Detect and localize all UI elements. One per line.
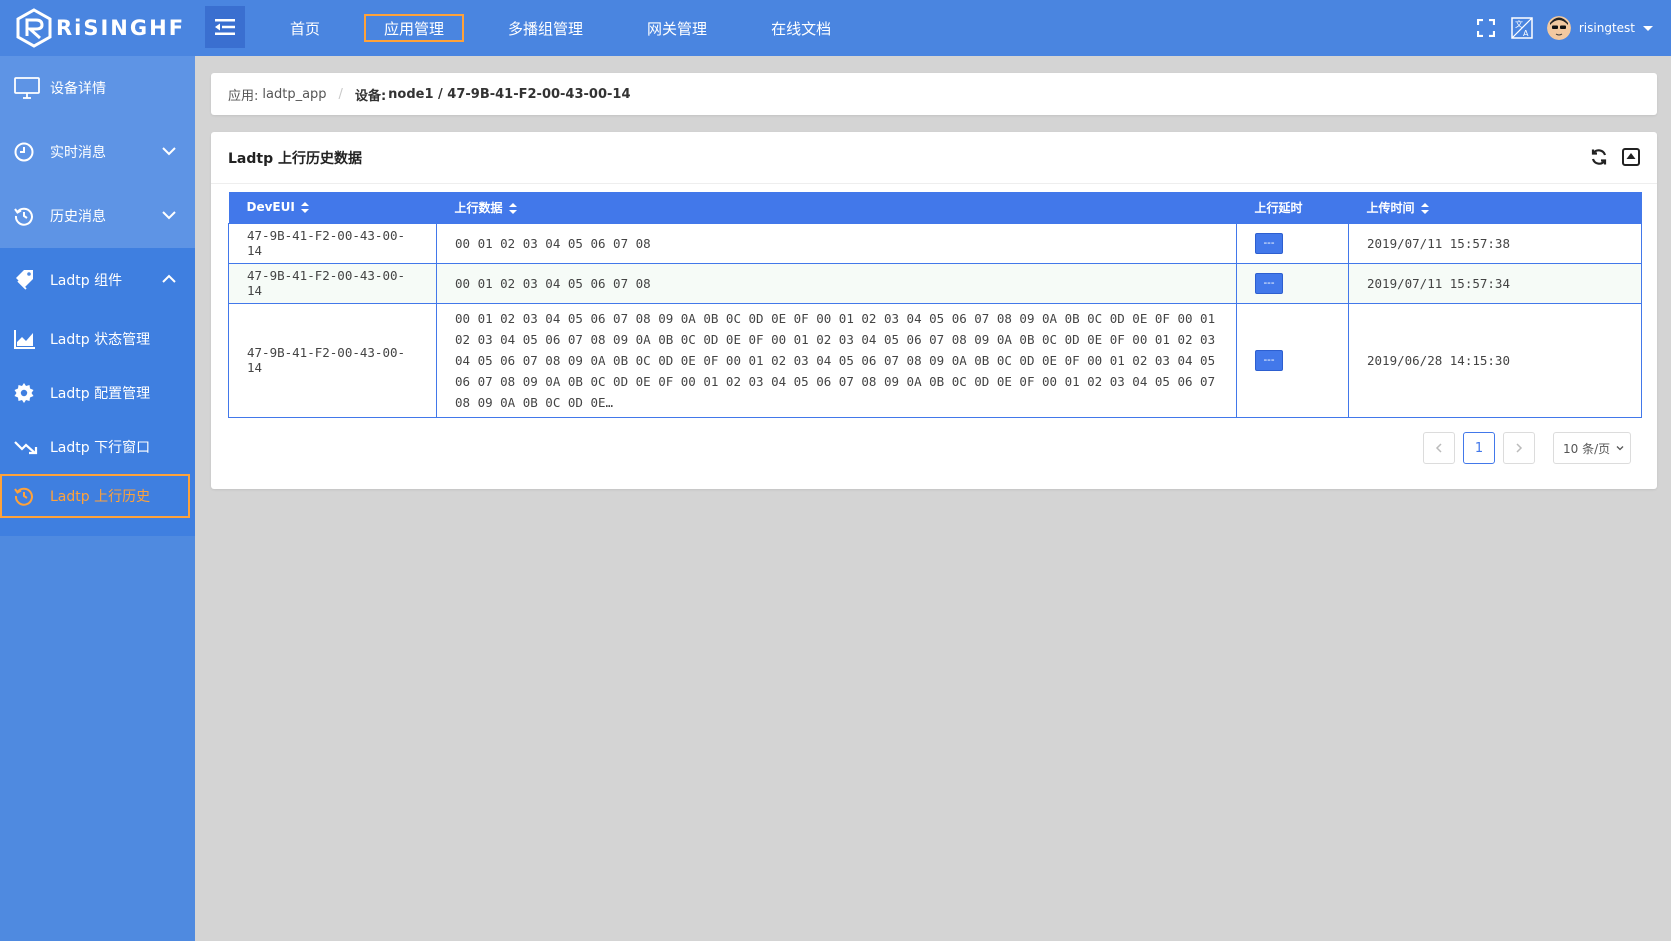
cell-uplink-data: 00 01 02 03 04 05 06 07 08 09 0A 0B 0C 0… bbox=[436, 302, 1237, 418]
prev-page-button[interactable] bbox=[1423, 432, 1455, 464]
collapse-panel-icon[interactable] bbox=[1621, 147, 1641, 167]
nav-home[interactable]: 首页 bbox=[270, 14, 340, 42]
logo-text: RiSINGHF bbox=[56, 16, 186, 40]
nav-online-docs[interactable]: 在线文档 bbox=[751, 14, 851, 42]
card-title: Ladtp 上行历史数据 bbox=[228, 150, 362, 167]
sidebar-item-label: Ladtp 上行历史 bbox=[50, 489, 151, 505]
sidebar-item-device-detail[interactable]: 设备详情 bbox=[0, 56, 195, 120]
breadcrumb-app-link[interactable]: ladtp_app bbox=[262, 87, 326, 102]
cell-deveui: 47-9B-41-F2-00-43-00-14 bbox=[228, 222, 437, 264]
monitor-icon bbox=[14, 76, 42, 100]
card-tools bbox=[1577, 147, 1641, 167]
sidebar-item-label: Ladtp 配置管理 bbox=[50, 386, 151, 402]
svg-text:A: A bbox=[1523, 29, 1529, 38]
top-bar: RiSINGHF 首页 应用管理 多播组管理 网关管理 在线文档 文 A ris… bbox=[0, 0, 1671, 56]
menu-collapse-icon bbox=[215, 19, 235, 35]
column-header-uplink-data[interactable]: 上行数据 bbox=[436, 192, 1237, 223]
cell-uplink-delay: --- bbox=[1236, 262, 1349, 304]
logo: RiSINGHF bbox=[14, 6, 185, 50]
column-header-deveui[interactable]: DevEUI bbox=[228, 192, 437, 223]
translate-icon[interactable]: 文 A bbox=[1511, 17, 1533, 39]
breadcrumb-app-label: 应用: bbox=[228, 88, 259, 104]
top-right-tools: 文 A risingtest bbox=[1461, 0, 1653, 56]
cell-deveui: 47-9B-41-F2-00-43-00-14 bbox=[228, 262, 437, 304]
cell-upload-time: 2019/07/11 15:57:34 bbox=[1348, 262, 1642, 304]
tag-icon bbox=[14, 268, 42, 292]
sidebar-item-label: 历史消息 bbox=[50, 209, 106, 225]
breadcrumb-device-label: 设备: bbox=[354, 88, 387, 104]
sort-icon[interactable] bbox=[300, 202, 309, 214]
user-dropdown-icon[interactable] bbox=[1643, 25, 1653, 31]
logo-mark-icon bbox=[16, 8, 52, 48]
sidebar-group-ladtp: Ladtp 组件 Ladtp 状态管理 Ladtp 配置管理 Ladtp 下行窗… bbox=[0, 248, 195, 536]
sidebar-item-ladtp-status[interactable]: Ladtp 状态管理 bbox=[0, 312, 195, 366]
breadcrumb-device-value: node1 / 47-9B-41-F2-00-43-00-14 bbox=[388, 86, 631, 102]
username[interactable]: risingtest bbox=[1579, 21, 1635, 35]
sidebar-item-label: Ladtp 状态管理 bbox=[50, 332, 151, 348]
chevron-down-icon bbox=[162, 147, 176, 156]
nav-gateway-management[interactable]: 网关管理 bbox=[627, 14, 727, 42]
page-size-value: 10 条/页 bbox=[1563, 441, 1611, 456]
chevron-up-icon bbox=[162, 274, 176, 283]
sidebar-item-label: 设备详情 bbox=[50, 81, 106, 97]
chevron-right-icon bbox=[1516, 443, 1523, 453]
chevron-down-icon bbox=[1616, 446, 1624, 451]
uplink-history-table: DevEUI 上行数据 上行延时 上传时间 47-9B-41-F2-00-43-… bbox=[228, 192, 1642, 418]
sort-icon[interactable] bbox=[1420, 202, 1429, 214]
table-row: 47-9B-41-F2-00-43-00-14 00 01 02 03 04 0… bbox=[228, 222, 1642, 264]
main-nav: 首页 应用管理 多播组管理 网关管理 在线文档 bbox=[270, 0, 875, 56]
pagination: 1 10 条/页 bbox=[1415, 432, 1631, 464]
table-row: 47-9B-41-F2-00-43-00-14 00 01 02 03 04 0… bbox=[228, 262, 1642, 304]
sidebar-item-ladtp-config[interactable]: Ladtp 配置管理 bbox=[0, 366, 195, 420]
column-header-upload-time[interactable]: 上传时间 bbox=[1348, 192, 1642, 223]
user-avatar[interactable] bbox=[1546, 16, 1571, 40]
cell-uplink-data: 00 01 02 03 04 05 06 07 08 bbox=[436, 222, 1237, 264]
sidebar-item-realtime-messages[interactable]: 实时消息 bbox=[0, 120, 195, 184]
sidebar-item-ladtp-uplink-history[interactable]: Ladtp 上行历史 bbox=[0, 474, 190, 518]
uplink-history-card: Ladtp 上行历史数据 DevEUI 上行数据 上行延时 上传时间 47-9B… bbox=[211, 132, 1657, 489]
card-header: Ladtp 上行历史数据 bbox=[211, 132, 1657, 184]
cell-deveui: 47-9B-41-F2-00-43-00-14 bbox=[228, 302, 437, 418]
breadcrumb: 应用: ladtp_app / 设备: node1 / 47-9B-41-F2-… bbox=[211, 73, 1657, 115]
sidebar: 设备详情 实时消息 历史消息 Ladtp 组件 Ladtp 状态管理 Ladtp… bbox=[0, 56, 195, 941]
nav-app-management[interactable]: 应用管理 bbox=[364, 14, 465, 42]
table-row: 47-9B-41-F2-00-43-00-14 00 01 02 03 04 0… bbox=[228, 302, 1642, 418]
menu-toggle-button[interactable] bbox=[205, 6, 245, 48]
history-icon bbox=[14, 204, 42, 228]
cell-uplink-delay: --- bbox=[1236, 302, 1349, 418]
gear-icon bbox=[14, 381, 42, 405]
refresh-icon[interactable] bbox=[1589, 147, 1609, 167]
column-header-uplink-delay: 上行延时 bbox=[1236, 192, 1349, 223]
cell-upload-time: 2019/06/28 14:15:30 bbox=[1348, 302, 1642, 418]
chevron-left-icon bbox=[1435, 443, 1442, 453]
sidebar-item-history-messages[interactable]: 历史消息 bbox=[0, 184, 195, 248]
page-number-button[interactable]: 1 bbox=[1463, 432, 1495, 464]
breadcrumb-separator: / bbox=[338, 86, 343, 102]
cell-uplink-delay: --- bbox=[1236, 222, 1349, 264]
sidebar-item-label: 实时消息 bbox=[50, 145, 106, 161]
history-icon bbox=[14, 484, 42, 508]
cell-uplink-data: 00 01 02 03 04 05 06 07 08 bbox=[436, 262, 1237, 304]
table-header-row: DevEUI 上行数据 上行延时 上传时间 bbox=[228, 192, 1642, 223]
clock-icon bbox=[14, 140, 42, 164]
cell-upload-time: 2019/07/11 15:57:38 bbox=[1348, 222, 1642, 264]
delay-button[interactable]: --- bbox=[1255, 349, 1283, 371]
sidebar-item-ladtp-downlink[interactable]: Ladtp 下行窗口 bbox=[0, 420, 195, 474]
chevron-down-icon bbox=[162, 211, 176, 220]
fullscreen-icon[interactable] bbox=[1475, 17, 1497, 39]
area-chart-icon bbox=[14, 327, 42, 351]
trend-down-icon bbox=[14, 435, 42, 459]
sidebar-item-label: Ladtp 组件 bbox=[50, 273, 123, 289]
next-page-button[interactable] bbox=[1503, 432, 1535, 464]
page-size-select[interactable]: 10 条/页 bbox=[1553, 432, 1631, 464]
svg-text:文: 文 bbox=[1515, 19, 1523, 29]
nav-multicast-management[interactable]: 多播组管理 bbox=[488, 14, 603, 42]
sidebar-item-ladtp-component[interactable]: Ladtp 组件 bbox=[0, 248, 195, 312]
sidebar-item-label: Ladtp 下行窗口 bbox=[50, 440, 151, 456]
delay-button[interactable]: --- bbox=[1255, 272, 1283, 294]
delay-button[interactable]: --- bbox=[1255, 232, 1283, 254]
sort-icon[interactable] bbox=[508, 202, 517, 214]
